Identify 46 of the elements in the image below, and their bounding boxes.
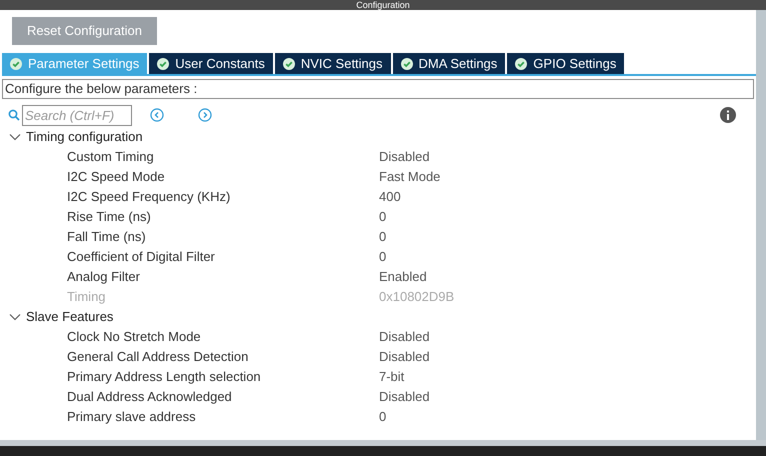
parameter-name: Primary Address Length selection <box>67 368 262 386</box>
parameter-name: General Call Address Detection <box>67 348 250 366</box>
check-circle-icon <box>515 58 528 70</box>
parameter-value[interactable]: 0 <box>379 247 386 267</box>
parameter-name: Primary slave address <box>67 408 197 426</box>
next-icon[interactable] <box>198 108 212 122</box>
settings-tab[interactable]: GPIO Settings <box>507 53 624 74</box>
chevron-icon[interactable] <box>9 133 21 141</box>
parameter-value[interactable]: Disabled <box>379 387 430 407</box>
parameter-value[interactable]: 0 <box>379 407 386 427</box>
parameter-name: Coefficient of Digital Filter <box>67 248 216 266</box>
parameter-value[interactable]: 400 <box>379 187 401 207</box>
scrollbar[interactable] <box>756 10 766 440</box>
parameter-name: Timing <box>67 288 107 306</box>
parameter-name: Clock No Stretch Mode <box>67 328 202 346</box>
group-title: Timing configuration <box>26 128 143 146</box>
parameter-name: Fall Time (ns) <box>67 228 147 246</box>
info-icon[interactable] <box>720 107 736 123</box>
settings-tab[interactable]: NVIC Settings <box>274 53 391 74</box>
check-circle-icon <box>10 58 22 70</box>
parameter-name: Dual Address Acknowledged <box>67 388 233 406</box>
parameter-value[interactable]: 0 <box>379 207 386 227</box>
search-field[interactable]: Search (Ctrl+F) <box>22 104 132 126</box>
parameter-name: I2C Speed Frequency (KHz) <box>67 188 232 206</box>
parameter-value[interactable]: Fast Mode <box>379 167 440 187</box>
parameter-name: Analog Filter <box>67 268 141 286</box>
settings-tab[interactable]: User Constants <box>149 53 273 74</box>
parameter-value[interactable]: 0 <box>379 227 386 247</box>
chevron-icon[interactable] <box>9 313 21 321</box>
settings-tab[interactable]: DMA Settings <box>392 53 506 74</box>
window-title: Configuration <box>356 0 410 10</box>
parameter-value[interactable]: Disabled <box>379 327 430 347</box>
parameter-value[interactable]: Disabled <box>379 147 430 167</box>
parameter-name: Custom Timing <box>67 148 155 166</box>
parameter-value[interactable]: Disabled <box>379 347 430 367</box>
description-field: Configure the below parameters : <box>2 79 754 99</box>
check-circle-icon <box>157 58 170 70</box>
parameter-name: Rise Time (ns) <box>67 208 152 226</box>
check-circle-icon <box>282 58 295 70</box>
search-icon <box>8 109 20 121</box>
check-circle-icon <box>400 58 413 70</box>
parameter-name: I2C Speed Mode <box>67 168 166 186</box>
previous-icon[interactable] <box>150 108 164 122</box>
parameter-value[interactable]: 7-bit <box>379 367 404 387</box>
parameter-value[interactable]: Enabled <box>379 267 427 287</box>
group-title: Slave Features <box>26 308 114 326</box>
